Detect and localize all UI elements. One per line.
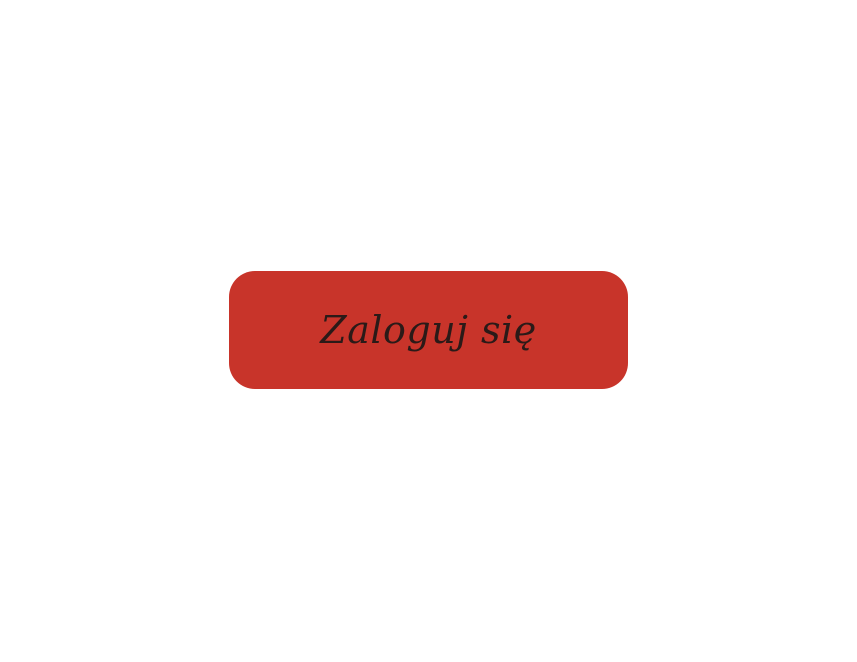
login-button-label: Zaloguj się: [320, 308, 537, 352]
login-button[interactable]: Zaloguj się: [229, 271, 628, 389]
login-page: Zaloguj się: [0, 0, 857, 662]
